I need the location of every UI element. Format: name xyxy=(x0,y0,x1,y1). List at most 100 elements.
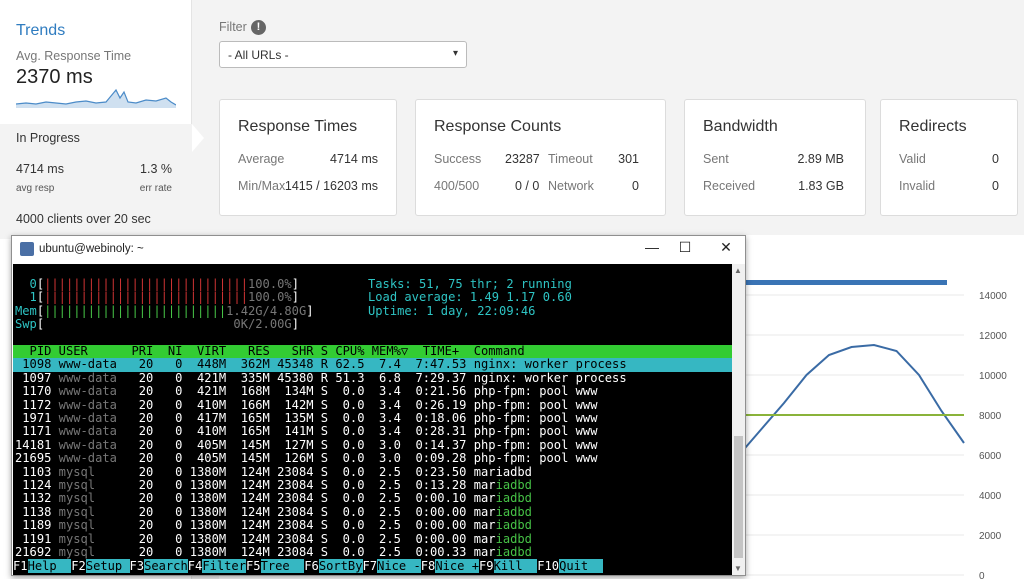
y-tick-label: 14000 xyxy=(979,291,1007,302)
fkey-label[interactable]: Help xyxy=(27,558,72,573)
response-times-card: Response Times Average 4714 ms Min/Max 1… xyxy=(219,99,397,216)
fkey-f2[interactable]: F2 xyxy=(71,559,86,573)
sent-value: 2.89 MB xyxy=(797,152,844,166)
series-line-1 xyxy=(738,343,965,456)
fkey-f4[interactable]: F4 xyxy=(188,559,203,573)
process-row[interactable]: 1138 mysql 20 0 1380M 124M 23084 S 0.0 2… xyxy=(13,505,732,519)
fkey-label[interactable]: SortBy xyxy=(318,558,363,573)
minmax-value: 1415 / 16203 ms xyxy=(284,179,378,193)
process-row[interactable]: 1172 www-data 20 0 410M 166M 142M S 0.0 … xyxy=(13,398,732,412)
timeout-label: Timeout xyxy=(548,152,593,166)
process-row[interactable]: 1124 mysql 20 0 1380M 124M 23084 S 0.0 2… xyxy=(13,478,732,492)
fkey-label[interactable]: Search xyxy=(144,558,188,573)
avg-resp-label: avg resp xyxy=(16,183,55,194)
avg-response-label: Avg. Response Time xyxy=(16,49,132,63)
fkey-label[interactable]: Nice - xyxy=(377,558,421,573)
process-row[interactable]: 1132 mysql 20 0 1380M 124M 23084 S 0.0 2… xyxy=(13,492,732,505)
uptime-info: Uptime: 1 day, 22:09:46 xyxy=(368,303,536,318)
process-row[interactable]: 21695 www-data 20 0 405M 145M 126M S 0.0… xyxy=(13,451,732,465)
process-row[interactable]: 1170 www-data 20 0 421M 168M 134M S 0.0 … xyxy=(13,384,732,398)
process-row[interactable]: 1103 mysql 20 0 1380M 124M 23084 S 0.0 2… xyxy=(13,465,732,479)
fkey-f8[interactable]: F8 xyxy=(421,559,436,573)
sparkline xyxy=(16,88,176,108)
progress-bar xyxy=(729,280,947,285)
url-filter-select[interactable]: - All URLs - ▾ xyxy=(219,41,467,68)
chevron-down-icon: ▾ xyxy=(452,48,458,59)
tasks-info: Tasks: 51, 75 thr; 2 running xyxy=(368,277,572,291)
success-value: 23287 xyxy=(505,152,540,166)
fkey-label[interactable]: Nice + xyxy=(435,558,479,573)
in-progress-panel: In Progress 4714 ms avg resp 1.3 % err r… xyxy=(0,124,192,239)
process-header[interactable]: PID USER PRI NI VIRT RES SHR S CPU% MEM%… xyxy=(13,344,732,359)
fkey-label[interactable]: Quit xyxy=(559,558,603,573)
process-row[interactable]: 1191 mysql 20 0 1380M 124M 23084 S 0.0 2… xyxy=(13,532,732,546)
average-label: Average xyxy=(238,152,285,166)
y-tick-label: 10000 xyxy=(979,371,1007,382)
window-titlebar[interactable]: ubuntu@webinoly: ~ — ☐ ✕ xyxy=(12,236,745,264)
vertical-scrollbar[interactable]: ▲ ▼ xyxy=(732,264,745,575)
process-row[interactable]: 1098 www-data 20 0 448M 362M 45348 R 62.… xyxy=(13,357,732,372)
cpu1-meter: 1[||||||||||||||||||||||||||||100.0%] xyxy=(15,290,299,305)
window-title: ubuntu@webinoly: ~ xyxy=(39,243,144,255)
uptime-text: Uptime: 1 day, 22:09:46 xyxy=(368,303,536,318)
avg-resp-value: 4714 ms xyxy=(16,162,64,176)
fkey-f10[interactable]: F10 xyxy=(537,559,559,573)
scroll-thumb[interactable] xyxy=(734,436,743,558)
fkey-f1[interactable]: F1 xyxy=(13,559,28,573)
average-value: 4714 ms xyxy=(330,152,378,166)
function-key-bar[interactable]: F1Help F2Setup F3SearchF4FilterF5Tree F6… xyxy=(13,558,732,573)
y-tick-label: 12000 xyxy=(979,331,1007,342)
fkey-label[interactable]: Kill xyxy=(493,558,538,573)
trends-title[interactable]: Trends xyxy=(16,22,175,40)
filter-label: Filter xyxy=(219,20,247,34)
load-info: Load average: 1.49 1.17 0.60 xyxy=(368,291,572,304)
network-label: Network xyxy=(548,179,594,193)
scroll-up-icon[interactable]: ▲ xyxy=(734,266,742,275)
info-icon[interactable]: ! xyxy=(251,20,266,35)
putty-icon xyxy=(20,242,34,256)
fkey-label[interactable]: Filter xyxy=(202,558,246,573)
maximize-button[interactable]: ☐ xyxy=(675,239,695,259)
fkey-f6[interactable]: F6 xyxy=(304,559,319,573)
fkey-label[interactable]: Tree xyxy=(260,558,305,573)
y-tick-label: 2000 xyxy=(979,531,1002,542)
sent-label: Sent xyxy=(703,152,729,166)
process-row[interactable]: 14181 www-data 20 0 405M 145M 127M S 0.0… xyxy=(13,438,732,452)
minimize-button[interactable]: — xyxy=(642,239,662,259)
card-title: Response Times xyxy=(238,118,358,135)
process-row[interactable]: 1097 www-data 20 0 421M 335M 45380 R 51.… xyxy=(13,371,732,385)
valid-value: 0 xyxy=(992,152,999,166)
fkey-f9[interactable]: F9 xyxy=(479,559,494,573)
mem-meter: Mem[|||||||||||||||||||||||||1.42G/4.80G… xyxy=(15,303,314,318)
success-label: Success xyxy=(434,152,482,166)
valid-label: Valid xyxy=(899,152,926,166)
fkey-label[interactable]: Setup xyxy=(85,558,130,573)
scroll-down-icon[interactable]: ▼ xyxy=(734,564,742,573)
in-progress-title[interactable]: In Progress xyxy=(16,131,80,145)
timeout-value: 301 xyxy=(618,152,639,166)
process-row[interactable]: 1971 www-data 20 0 417M 165M 135M S 0.0 … xyxy=(13,411,732,425)
y-tick-label: 8000 xyxy=(979,411,1002,422)
fkey-f7[interactable]: F7 xyxy=(363,559,378,573)
url-filter-value: - All URLs - xyxy=(228,48,289,62)
swp-meter: Swp[ 0K/2.00G] xyxy=(15,317,299,332)
terminal-window[interactable]: ubuntu@webinoly: ~ — ☐ ✕ 0[|||||||||||||… xyxy=(11,235,746,576)
received-value: 1.83 GB xyxy=(798,179,844,193)
y-tick-label: 6000 xyxy=(979,451,1002,462)
process-row[interactable]: 1171 www-data 20 0 410M 165M 141M S 0.0 … xyxy=(13,425,732,438)
process-row[interactable]: 1189 mysql 20 0 1380M 124M 23084 S 0.0 2… xyxy=(13,518,732,532)
r400-label: 400/500 xyxy=(434,179,480,193)
invalid-value: 0 xyxy=(992,179,999,193)
bandwidth-card: Bandwidth Sent 2.89 MB Received 1.83 GB xyxy=(684,99,866,216)
fkey-f5[interactable]: F5 xyxy=(246,559,261,573)
card-title: Bandwidth xyxy=(703,118,778,135)
err-rate-value: 1.3 % xyxy=(140,162,172,176)
htop-terminal[interactable]: 0[||||||||||||||||||||||||||||100.0%] 1[… xyxy=(13,264,732,575)
process-row[interactable]: 21692 mysql 20 0 1380M 124M 23084 S 0.0 … xyxy=(13,545,732,559)
clients-text: 4000 clients over 20 sec xyxy=(16,212,151,226)
y-tick-label: 4000 xyxy=(979,491,1002,502)
tasks-text: Tasks: 51, 75 thr; 2 running xyxy=(368,277,572,291)
cpu0-meter: 0[||||||||||||||||||||||||||||100.0%] xyxy=(15,277,299,291)
fkey-f3[interactable]: F3 xyxy=(130,559,145,573)
close-button[interactable]: ✕ xyxy=(716,239,736,259)
